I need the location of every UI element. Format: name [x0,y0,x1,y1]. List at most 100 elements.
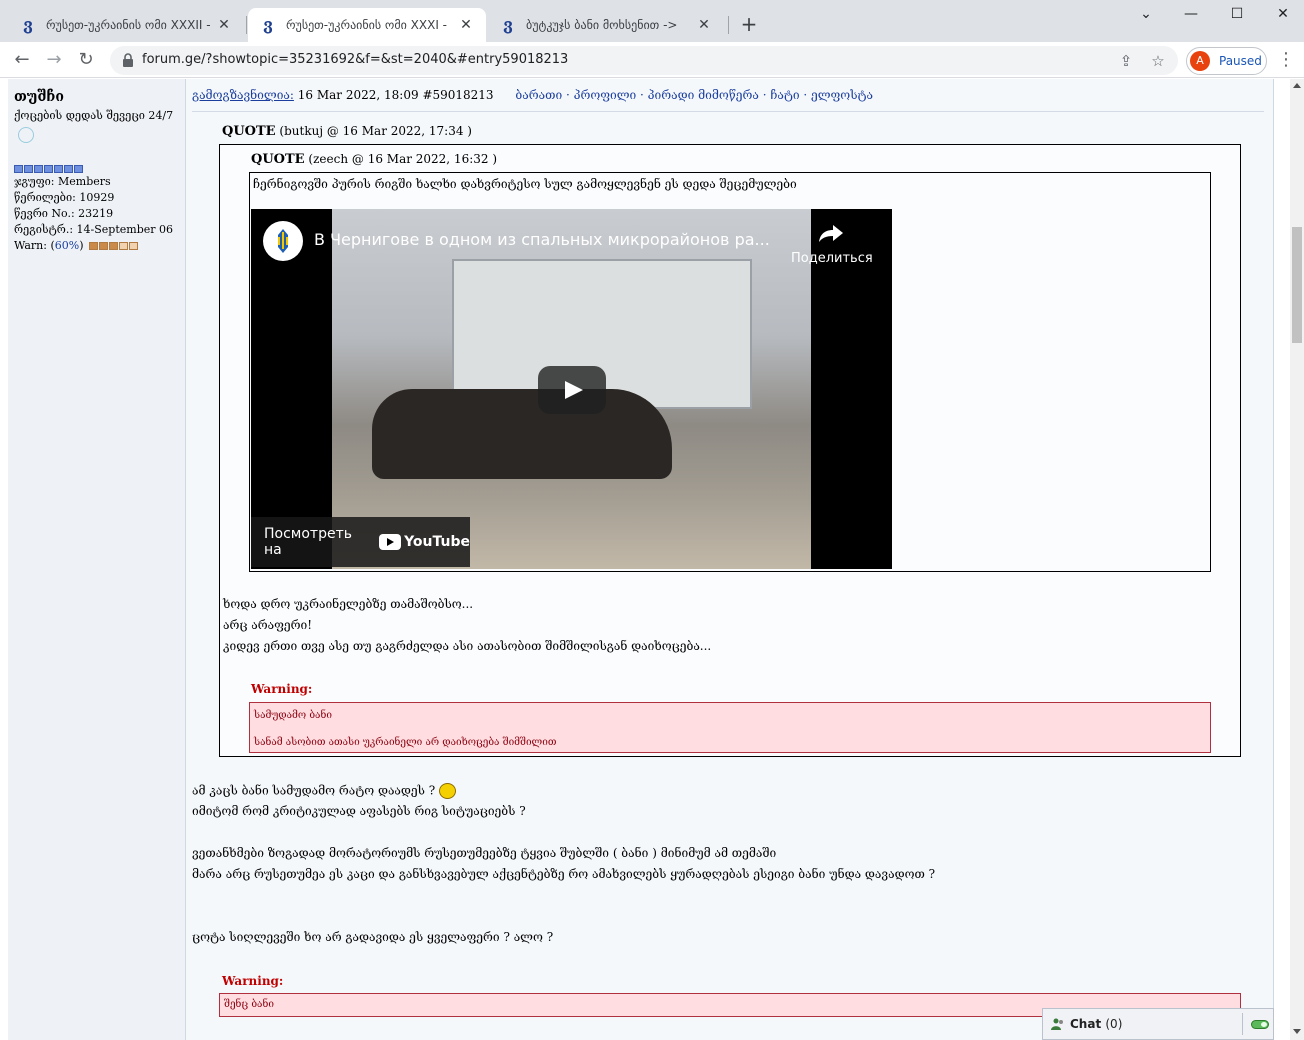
rank-pip [14,165,23,173]
post-body: გამოგზავნილია: 16 Mar 2022, 18:09 #59018… [186,79,1274,1040]
avatar: A [1190,51,1210,71]
post-line: ვეთანხმები ზოგადად მორატორიუმს რუსეთუმეე… [192,846,777,860]
chat-bar[interactable]: Chat (0) [1042,1008,1274,1040]
youtube-embed[interactable]: В Чернигове в одном из спальных микрорай… [251,209,892,569]
chat-divider [1242,1013,1243,1035]
group-label: ჯგუფი: [14,175,55,188]
author-member-no: წევრი No.: 23219 [14,207,113,220]
channel-logo-icon[interactable] [263,221,303,261]
address-bar[interactable]: forum.ge/?showtopic=35231692&f=&st=2040&… [110,46,1178,75]
forum-favicon-icon: ვ [23,15,33,34]
warn-pip [89,242,99,250]
quote-line: კიდევ ერთი თვე ასე თუ გაგრძელდა ასი ათას… [223,639,712,653]
author-name[interactable]: თუშჩი [14,89,64,105]
author-panel: თუშჩი ქოცების დედას შევეცი 24/7 ჯგუფი: M… [8,79,186,1040]
post-line: იმიტომ რომ კრიტიკულად აფასებს რიგ სიტუაც… [192,804,526,818]
warn-percent-link[interactable]: 60% [55,239,79,252]
forward-icon[interactable]: → [42,48,66,72]
close-icon[interactable]: ✕ [458,17,474,33]
tab-3[interactable]: ვ ბუტკუჯს ბანი მოხსენით -> ✕ [488,8,724,42]
tab-separator [728,16,729,34]
watch-on-youtube-button[interactable]: Посмотреть на YouTube [251,517,470,567]
new-tab-button[interactable]: + [737,12,761,36]
warning-line: სანამ ასობით ათასი უკრაინელი არ დაიხოცებ… [254,737,557,748]
tab-1[interactable]: ვ რუსეთ-უკრაინის ომი XXXII - ✕ [8,8,244,42]
rank-pip [54,165,63,173]
warn-pip [119,242,129,250]
quote-line: ხოდა დრო უკრაინელებზე თამაშობსო... [223,597,474,611]
warning-label: Warning: [251,682,313,696]
rank-pips [14,165,83,173]
post-date: 16 Mar 2022, 18:09 [297,88,419,102]
warn-meter [89,242,139,250]
quote-inner-text: ჩერნიგოვში პურის რიგში ხალხი დახვრიტესო … [253,177,797,191]
youtube-brand: YouTube [404,534,470,550]
tab-title: რუსეთ-უკრაინის ომი XXXI - [286,18,448,32]
joined-label: რეგისტრ.: [14,223,74,236]
url-text: forum.ge/?showtopic=35231692&f=&st=2040&… [142,52,569,67]
warning-line: სამუდამო ბანი [254,710,332,721]
member-no-value: 23219 [78,207,114,220]
quote-meta: (zeech @ 16 Mar 2022, 16:32 ) [308,152,498,166]
post-line: ამ კაცს ბანი სამუდამო რატო დაადეს ? [192,783,457,799]
reload-icon[interactable]: ↻ [74,48,98,72]
forum-favicon-icon: ვ [503,15,513,34]
post-line-text: ამ კაცს ბანი სამუდამო რატო დაადეს ? [192,783,436,798]
profile-status: Paused [1219,54,1262,68]
play-icon[interactable] [538,366,606,414]
close-icon[interactable]: ✕ [696,17,712,33]
author-warn: Warn: (60%) [14,239,139,252]
warning-label: Warning: [222,974,284,988]
menu-icon[interactable]: ⋮ [1276,48,1296,72]
warn-pip [99,242,109,250]
tab-separator [246,16,247,34]
back-icon[interactable]: ← [10,48,34,72]
warn-pip [109,242,119,250]
quote-outer-header: QUOTE (butkuj @ 16 Mar 2022, 17:34 ) [222,124,472,139]
quote-meta: (butkuj @ 16 Mar 2022, 17:34 ) [279,124,472,138]
scroll-down-icon[interactable] [1293,1029,1301,1034]
video-title[interactable]: В Чернигове в одном из спальных микрорай… [314,230,784,249]
quote-inner-header: QUOTE (zeech @ 16 Mar 2022, 16:32 ) [251,152,497,167]
quote-label: QUOTE [251,152,305,167]
warning-line: შენც ბანი [224,999,274,1010]
post-line: ცოტა სიღლევეში ხო არ გადავიდა ეს ყველაფე… [192,930,554,944]
posted-label-link[interactable]: გამოგზავნილია: [192,88,294,102]
author-group: ჯგუფი: Members [14,175,111,188]
bookmark-star-icon[interactable]: ☆ [1148,51,1168,71]
post-line: მარა არც რუსეთუმეა ეს კაცი და განსხვავებ… [192,867,936,881]
hand-emoticon-icon [439,783,457,799]
rank-pip [74,165,83,173]
posts-value: 10929 [79,191,115,204]
youtube-logo: YouTube [379,534,470,550]
maximize-icon[interactable]: ☐ [1222,4,1252,24]
youtube-play-icon [379,534,402,550]
post-user-links[interactable]: ბარათი · პროფილი · პირადი მიმოწერა · ჩატ… [515,88,873,102]
close-icon[interactable]: ✕ [216,17,232,33]
tab-title: ბუტკუჯს ბანი მოხსენით -> [526,18,678,32]
author-title: ქოცების დედას შევეცი 24/7 [14,109,174,122]
window-close-icon[interactable]: ✕ [1268,4,1298,24]
tab-search-icon[interactable]: ⌄ [1131,4,1161,24]
warn-pip [129,242,139,250]
chat-toggle[interactable] [1251,1020,1269,1029]
lock-icon[interactable] [120,52,136,68]
browser-toolbar: ← → ↻ forum.ge/?showtopic=35231692&f=&st… [0,42,1304,78]
quote-line: არც არაფერი! [223,618,313,632]
author-posts: წერილები: 10929 [14,191,114,204]
chat-label-text: Chat [1070,1017,1102,1031]
forum-favicon-icon: ვ [263,15,273,34]
page-scrollbar[interactable] [1290,79,1304,1040]
video-share-label[interactable]: Поделиться [791,251,873,266]
profile-button[interactable]: A Paused [1186,47,1267,75]
share-arrow-icon[interactable] [817,221,845,245]
group-value: Members [58,175,111,188]
tab-title: რუსეთ-უკრაინის ომი XXXII - [46,18,211,32]
post-entry-id[interactable]: #59018213 [422,88,493,102]
scroll-thumb[interactable] [1292,227,1302,343]
minimize-icon[interactable]: — [1176,4,1206,24]
share-icon[interactable]: ⇪ [1116,51,1136,71]
tab-2[interactable]: ვ რუსეთ-უკრაინის ომი XXXI - ✕ [248,8,486,42]
chat-count: (0) [1105,1017,1123,1031]
scroll-up-icon[interactable] [1293,83,1301,88]
